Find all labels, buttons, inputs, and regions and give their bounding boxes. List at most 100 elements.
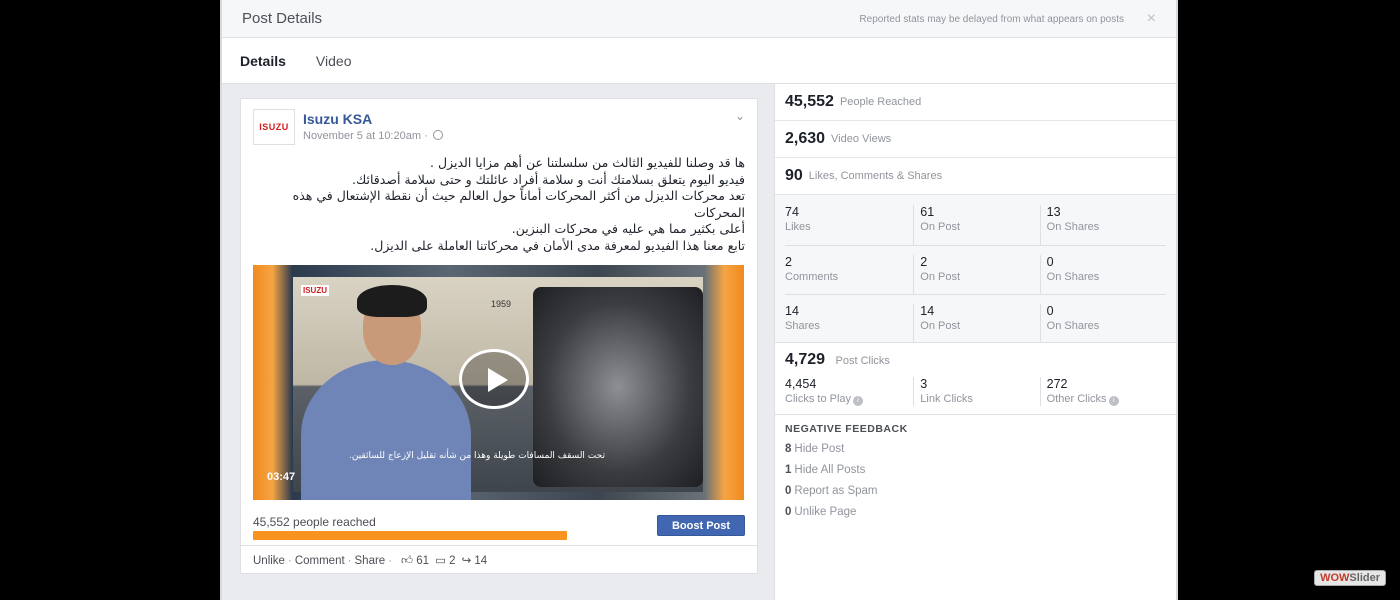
- stat-number: 0: [785, 485, 792, 497]
- shares-on-post: 14 On Post: [913, 304, 1039, 343]
- comment-link[interactable]: Comment: [295, 555, 345, 567]
- stat-number: 74: [785, 205, 799, 219]
- stat-label: On Post: [920, 221, 961, 233]
- share-count[interactable]: ↪ 14: [462, 555, 488, 567]
- play-icon[interactable]: [459, 349, 529, 409]
- post-line: أعلى بكثير مما هي عليه في محركات البنزين…: [511, 221, 745, 236]
- report-spam-stat: 0 Report as Spam: [785, 481, 977, 502]
- shares-total: 14 Shares: [785, 304, 913, 343]
- reach-progress-bar: [253, 531, 567, 540]
- like-count-value: 61: [416, 555, 430, 567]
- watermark-part-b: Slider: [1349, 572, 1380, 584]
- info-icon[interactable]: i: [853, 396, 864, 406]
- engagement-label: Likes, Comments & Shares: [808, 170, 943, 182]
- stat-label: On Shares: [1046, 271, 1100, 283]
- video-player[interactable]: ISUZU 1959 2009 تحت السقف المسافات طويلة…: [253, 265, 744, 500]
- post-line: تعد محركات الديزل من أكثر المحركات أمانا…: [292, 188, 745, 220]
- page-logo[interactable]: ISUZU: [253, 109, 295, 145]
- video-year-left: 1959: [491, 299, 512, 309]
- post-timestamp[interactable]: November 5 at 10:20am ·: [303, 130, 443, 142]
- stat-number: 61: [920, 205, 935, 219]
- dialog-body: ISUZU Isuzu KSA November 5 at 10:20am · …: [222, 84, 1176, 600]
- negative-feedback-section: NEGATIVE FEEDBACK 8 Hide Post 1 Hide All P…: [775, 415, 1176, 523]
- video-duration: 03:47: [267, 471, 296, 483]
- stat-label: Clicks to Play i: [785, 392, 913, 406]
- screen: Post Details Reported stats may be delay…: [0, 0, 1400, 600]
- stat-number: 1: [785, 464, 792, 476]
- video-views-row: 2,630 Video Views: [775, 121, 1176, 158]
- tab-bar: Details Video: [222, 38, 1176, 84]
- stat-label: Link Clicks: [920, 393, 973, 405]
- stat-label: On Shares: [1046, 320, 1100, 332]
- boost-post-button[interactable]: Boost Post: [657, 515, 745, 536]
- stat-label: Unlike Page: [794, 506, 857, 518]
- tab-details[interactable]: Details: [240, 53, 286, 69]
- close-icon[interactable]: ×: [1147, 10, 1156, 28]
- tab-video[interactable]: Video: [316, 53, 352, 69]
- stat-label-text: Other Clicks: [1046, 393, 1107, 405]
- comment-count[interactable]: ▭ 2: [435, 555, 455, 567]
- comments-breakdown: 2 Comments 2 On Post 0 On Shares: [775, 246, 1176, 294]
- stat-number: 2: [785, 255, 792, 269]
- stats-pane: 45,552 People Reached 2,630 Video Views …: [774, 84, 1176, 600]
- post-line: تابع معنا هذا الفيديو لمعرفة مدى الأمان …: [370, 237, 745, 253]
- comment-icon: ▭: [435, 555, 446, 567]
- stat-label: On Shares: [1046, 221, 1100, 233]
- unlike-link[interactable]: Unlike: [253, 555, 285, 567]
- people-reached-value: 45,552: [785, 93, 834, 110]
- comments-on-post: 2 On Post: [913, 255, 1039, 294]
- stat-label: On Post: [920, 271, 961, 283]
- stat-number: 3: [920, 377, 928, 391]
- stat-number: 13: [1046, 205, 1061, 219]
- like-count[interactable]: 👍︎ 61: [401, 555, 429, 567]
- link-clicks: 3 Link Clicks: [913, 377, 1039, 406]
- reach-text: 45,552 people reached: [253, 515, 376, 529]
- negative-feedback-grid: 8 Hide Post 1 Hide All Posts 0 Report as Sp…: [775, 439, 1176, 523]
- shares-breakdown: 14 Shares 14 On Post 0 On Shares: [775, 295, 1176, 343]
- likes-on-post: 61 On Post: [913, 205, 1039, 245]
- stat-label: Hide Post: [794, 443, 845, 455]
- shares-on-shares: 0 On Shares: [1039, 304, 1166, 343]
- stat-number: 0: [1046, 255, 1054, 269]
- stat-number: 2: [920, 255, 928, 269]
- people-reached-label: People Reached: [839, 96, 922, 108]
- post-message: ها قد وصلنا للفيديو الثالث من سلسلتنا عن…: [241, 149, 757, 254]
- video-views-label: Video Views: [831, 133, 892, 145]
- stat-label: Hide All Posts: [794, 464, 866, 476]
- comments-on-shares: 0 On Shares: [1039, 255, 1166, 294]
- post-details-dialog: Post Details Reported stats may be delay…: [220, 0, 1178, 600]
- clicks-breakdown: 4,454 Clicks to Play i 3 Link Clicks 272 Oth…: [775, 377, 1176, 406]
- info-icon[interactable]: i: [1108, 396, 1119, 406]
- globe-icon: [432, 130, 443, 140]
- post-line: ها قد وصلنا للفيديو الثالث من سلسلتنا عن…: [430, 155, 745, 170]
- stats-delay-note: Reported stats may be delayed from what …: [859, 14, 1124, 25]
- hide-post-stat: 8 Hide Post: [785, 439, 977, 460]
- negative-feedback-title: NEGATIVE FEEDBACK: [785, 423, 908, 435]
- share-icon: ↪: [461, 555, 472, 567]
- watermark-logo: WOWSlider: [1314, 570, 1386, 586]
- video-brand-sign: ISUZU: [301, 285, 329, 296]
- stat-number: 0: [1046, 304, 1054, 318]
- post-card: ISUZU Isuzu KSA November 5 at 10:20am · …: [240, 98, 758, 574]
- stat-number: 14: [785, 304, 799, 318]
- engagement-breakdown: 74 Likes 61 On Post 13 On Shares 2 Comments …: [775, 195, 1176, 343]
- post-clicks-label: Post Clicks: [835, 355, 890, 367]
- stat-number: 8: [785, 443, 792, 455]
- unlike-page-stat: 0 Unlike Page: [785, 502, 977, 523]
- clicks-to-play: 4,454 Clicks to Play i: [785, 377, 913, 406]
- stat-label-text: Clicks to Play: [785, 393, 852, 405]
- dialog-title-bar: Post Details Reported stats may be delay…: [222, 0, 1176, 38]
- stat-number: 14: [920, 304, 935, 318]
- page-name-link[interactable]: Isuzu KSA: [303, 111, 372, 127]
- post-clicks-header: 4,729 Post Clicks: [775, 351, 1176, 377]
- share-link[interactable]: Share: [355, 555, 386, 567]
- share-count-value: 14: [474, 555, 488, 567]
- comment-count-value: 2: [449, 555, 456, 567]
- stat-number: 272: [1046, 377, 1068, 391]
- thumbs-up-icon: 👍︎: [401, 555, 414, 567]
- post-preview-pane: ISUZU Isuzu KSA November 5 at 10:20am · …: [222, 84, 774, 600]
- likes-breakdown: 74 Likes 61 On Post 13 On Shares: [775, 205, 1176, 245]
- post-actions: Unlike · Comment · Share · 👍︎ 61 ▭ 2 ↪ 14: [253, 555, 488, 567]
- chevron-down-icon[interactable]: ⌄: [735, 109, 745, 123]
- likes-total: 74 Likes: [785, 205, 913, 245]
